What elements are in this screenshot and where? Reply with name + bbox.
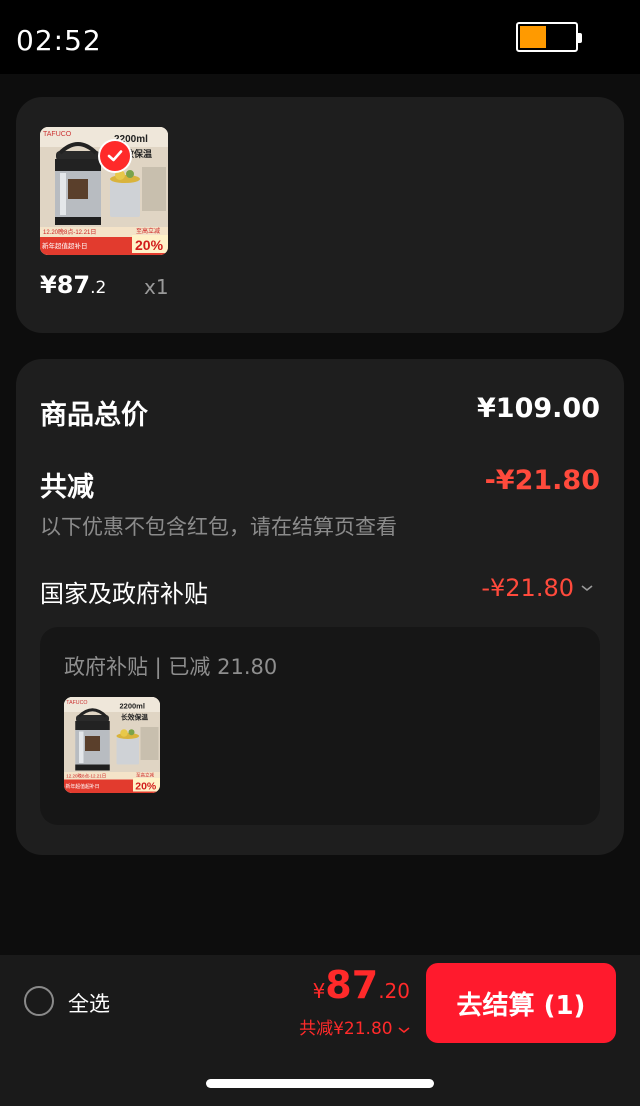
thermos-product-image: TAFUCO 2200ml 长效保温 12.20晚8点-12.21日 新年超值超… [64, 697, 160, 793]
select-all-label[interactable]: 全选 [68, 988, 110, 1018]
status-bar: 02:52 [0, 0, 640, 74]
total-amount-decimal: .20 [378, 979, 410, 1003]
item-quantity[interactable]: x1 [144, 275, 169, 299]
product-promo-dates: 12.20晚8点-12.21日 [43, 228, 96, 236]
total-price-label: 商品总价 [40, 400, 148, 431]
subsidy-value[interactable]: -¥21.80 [481, 574, 574, 602]
product-promo-banner: 新年超值超补日 [66, 783, 100, 790]
item-price-decimal: .2 [90, 278, 107, 298]
select-all-radio[interactable] [24, 986, 54, 1016]
total-amount: ¥87.20 [313, 963, 410, 1007]
battery-icon [516, 22, 582, 52]
product-capacity-text: 2200ml [120, 701, 145, 710]
product-brand-text: TAFUCO [43, 131, 72, 138]
total-discount-text: 共减¥21.80 [299, 1019, 393, 1039]
product-brand-text: TAFUCO [66, 700, 87, 706]
total-currency-symbol: ¥ [312, 979, 326, 1003]
status-time: 02:52 [16, 24, 102, 57]
checkout-bar: 全选 ¥87.20 共减¥21.80 去结算 (1) [0, 955, 640, 1106]
product-tagline-text: 长效保温 [121, 713, 148, 722]
item-price-main: ¥87 [40, 271, 91, 299]
cart-item-card: TAFUCO 2200ml 长效保温 12.20晚8点-12.21日 新年超值超… [16, 97, 624, 333]
price-summary-card: 商品总价 ¥109.00 共减 -¥21.80 以下优惠不包含红包，请在结算页查… [16, 359, 624, 855]
product-promo-banner: 新年超值超补日 [42, 241, 88, 250]
product-discount-text: 20% [135, 780, 157, 792]
home-indicator[interactable] [206, 1079, 434, 1088]
discount-note: 以下优惠不包含红包，请在结算页查看 [40, 515, 397, 539]
item-price: ¥87.2 [40, 271, 106, 299]
subsidy-label: 国家及政府补贴 [40, 580, 208, 608]
chevron-down-icon [398, 1027, 410, 1034]
total-amount-integer: 87 [325, 963, 379, 1007]
product-promo-dates: 12.20晚8点-12.21日 [66, 772, 106, 779]
total-discount-toggle[interactable]: 共减¥21.80 [299, 1014, 410, 1039]
checkout-button[interactable]: 去结算 (1) [426, 963, 616, 1043]
checkmark-icon [107, 150, 123, 162]
item-selected-checkbox[interactable] [98, 139, 132, 173]
battery-level [520, 26, 546, 48]
total-price-value: ¥109.00 [477, 393, 600, 424]
discount-label: 共减 [40, 472, 94, 503]
subsidy-detail-title: 政府补贴 | 已减 21.80 [64, 655, 278, 679]
chevron-down-icon[interactable] [580, 577, 594, 598]
product-discount-text: 20% [135, 237, 164, 253]
battery-tip [578, 33, 582, 43]
product-discount-label: 至高立减 [136, 227, 160, 235]
discount-value: -¥21.80 [484, 465, 600, 496]
subsidy-product-thumbnail[interactable]: TAFUCO 2200ml 长效保温 12.20晚8点-12.21日 新年超值超… [64, 697, 160, 793]
